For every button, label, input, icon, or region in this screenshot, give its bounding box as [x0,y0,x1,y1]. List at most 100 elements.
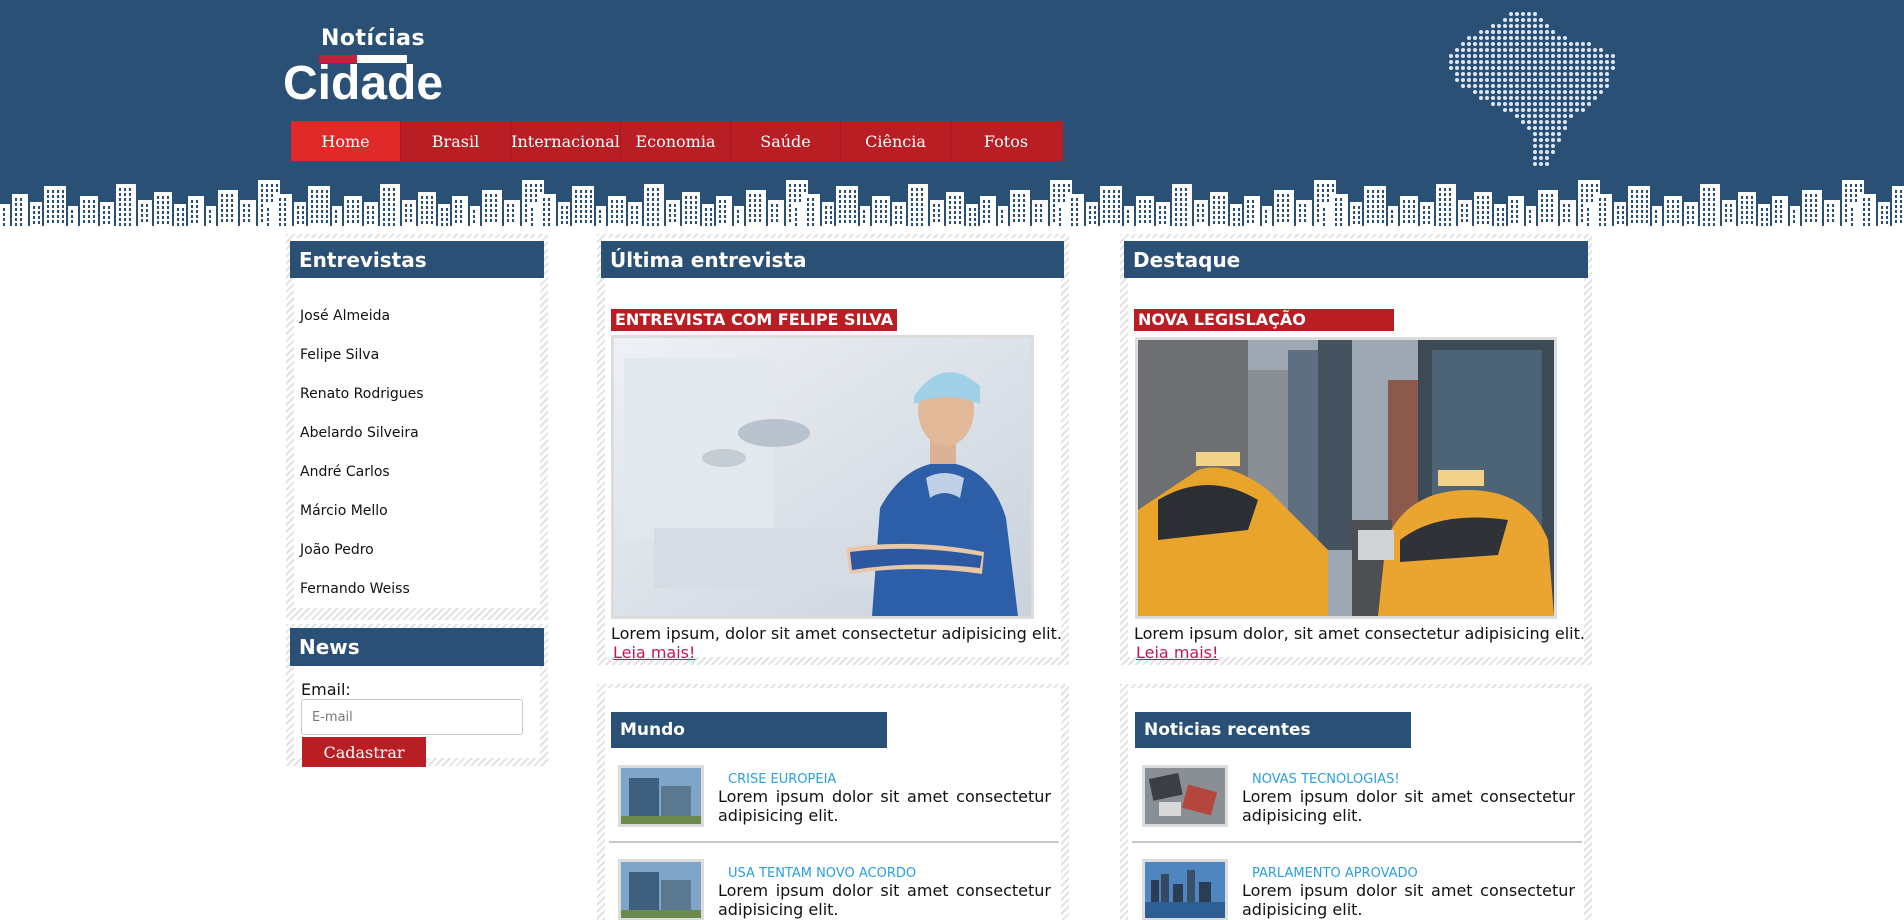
skyline-window [221,209,223,212]
skyline-window [933,209,935,212]
skyline-window [1372,215,1374,218]
skyline-window [88,205,90,208]
recent-news-item[interactable]: Novas tecnologias! Lorem ipsum dolor sit… [1142,765,1582,829]
map-dot [1593,96,1597,100]
map-dot [1479,90,1483,94]
skyline-window [1391,215,1393,218]
signup-button[interactable]: Cadastrar [302,737,426,767]
nav-saude[interactable]: Saúde [731,121,841,161]
skyline-window [1461,219,1463,222]
skyline-window [669,219,671,222]
doctor-photo[interactable] [611,335,1034,619]
skyline-window [267,213,269,216]
recent-news-item[interactable]: Parlamento aprovado Lorem ipsum dolor si… [1142,859,1582,920]
interview-link[interactable]: José Almeida [300,308,390,324]
skyline-window [1103,205,1105,208]
interview-link[interactable]: João Pedro [300,542,374,558]
skyline-window [1139,210,1141,213]
skyline-window [710,223,712,226]
skyline-window [1631,200,1633,203]
skyline-window [1053,194,1055,197]
skyline-window [1604,203,1606,206]
skyline-window [1845,219,1847,222]
skyline-window [177,213,179,216]
skyline-window [1023,209,1025,212]
skyline-window [302,211,304,214]
interview-link[interactable]: André Carlos [300,464,390,480]
skyline-window [1103,220,1105,223]
map-dot [1479,30,1483,34]
interview-link[interactable]: Abelardo Silveira [300,425,419,441]
skyline-window [988,220,990,223]
map-dot [1563,90,1567,94]
skyline-window [807,218,809,221]
world-news-item[interactable]: USA tentam novo acordo Lorem ipsum dolor… [618,859,1058,920]
skyline-window [243,219,245,222]
skyline-window [795,223,797,226]
news-category-link[interactable]: Crise europeia [728,772,836,787]
skyline-window [636,221,638,224]
skyline-window [695,211,697,214]
skyline-window [47,210,49,213]
skyline-window [719,210,721,213]
skyline-window [900,206,902,209]
nav-economia[interactable]: Economia [621,121,731,161]
news-category-link[interactable]: Novas tecnologias! [1252,772,1400,787]
skyline-window [1058,199,1060,202]
skyline-window [1546,219,1548,222]
map-dot [1587,48,1591,52]
skyline-window [421,211,423,214]
skyline-window [1641,200,1643,203]
skyline-window [129,213,131,216]
nav-home[interactable]: Home [291,121,401,161]
map-dot [1551,60,1555,64]
skyline-window [129,218,131,221]
news-category-link[interactable]: Parlamento aprovado [1252,866,1418,881]
skyline-window [1159,221,1161,224]
map-dot [1533,12,1537,16]
nav-ciencia[interactable]: Ciência [841,121,951,161]
skyline-window [455,205,457,208]
skyline-window [1751,201,1753,204]
skyline-window [15,223,17,226]
read-more-link[interactable]: Leia mais! [1136,643,1218,662]
world-news-item[interactable]: Crise europeia Lorem ipsum dolor sit ame… [618,765,1058,829]
skyline-window [1586,199,1588,202]
map-dot [1527,66,1531,70]
taxi-photo[interactable] [1135,337,1557,619]
nav-fotos[interactable]: Fotos [951,121,1061,161]
read-more-link[interactable]: Leia mais! [613,643,695,662]
skyline-window [983,200,985,203]
interview-link[interactable]: Renato Rodrigues [300,386,424,402]
skyline-window [1568,209,1570,212]
skyline-window [1827,209,1829,212]
skyline-window [949,211,951,214]
skyline-window [221,194,223,197]
skyline-window [1175,213,1177,216]
nav-internacional[interactable]: Internacional [511,121,621,161]
interview-link[interactable]: Felipe Silva [300,347,379,363]
email-field[interactable] [301,699,523,735]
map-dot [1557,54,1561,58]
skyline-window [1886,211,1888,214]
skyline-window [705,213,707,216]
skyline-window [1805,204,1807,207]
interview-link[interactable]: Fernando Weiss [300,581,410,597]
skyline-window [485,214,487,217]
skyline-window [1886,216,1888,219]
skyline-window [326,205,328,208]
skyline-window [388,188,390,191]
news-category-link[interactable]: USA tentam novo acordo [728,866,916,881]
skyline-window [759,199,761,202]
skyline-window [844,215,846,218]
skyline-window [1730,209,1732,212]
site-logo[interactable]: Notícias Cidade [283,26,443,110]
nav-brasil[interactable]: Brasil [401,121,511,161]
skyline-window [590,220,592,223]
interview-link[interactable]: Márcio Mello [300,503,388,519]
skyline-window [162,206,164,209]
skyline-window [321,195,323,198]
skyline-window [1713,213,1715,216]
skyline-window [1185,223,1187,226]
skyline-window [611,200,613,203]
